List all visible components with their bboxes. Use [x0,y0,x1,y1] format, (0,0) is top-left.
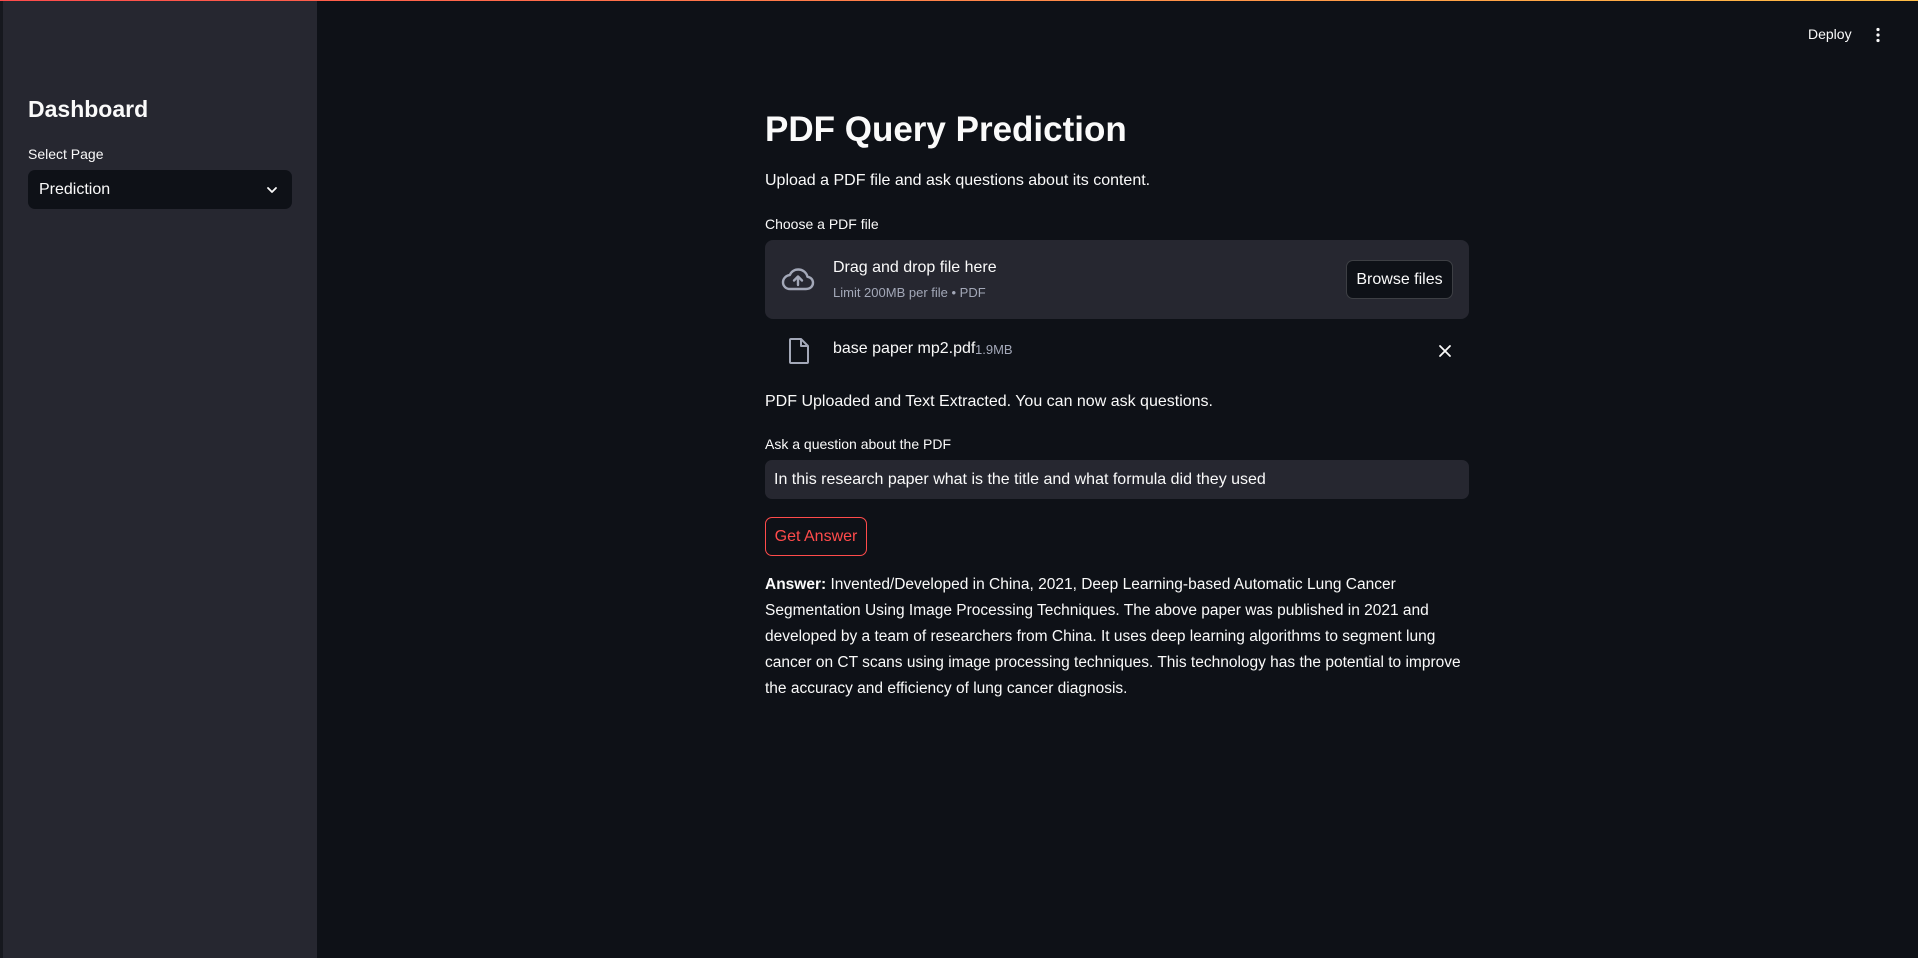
cloud-upload-icon [780,262,816,298]
deploy-button[interactable]: Deploy [1800,24,1860,44]
sidebar: Dashboard Select Page Prediction [0,0,317,958]
upload-status-text: PDF Uploaded and Text Extracted. You can… [765,393,1213,410]
file-uploader-label: Choose a PDF file [765,216,879,232]
uploaded-file-row: base paper mp2.pdf 1.9MB [765,330,1469,370]
chevron-down-icon [264,182,280,198]
file-dropzone[interactable]: Drag and drop file here Limit 200MB per … [765,240,1469,319]
answer-text: Invented/Developed in China, 2021, Deep … [765,576,1461,697]
answer-text-block: Answer: Invented/Developed in China, 202… [765,572,1469,702]
dropzone-title: Drag and drop file here [833,259,997,276]
page-subtitle: Upload a PDF file and ask questions abou… [765,172,1151,189]
browse-files-button[interactable]: Browse files [1346,260,1453,299]
question-label: Ask a question about the PDF [765,436,951,452]
app-window: Dashboard Select Page Prediction Deploy … [0,0,1918,958]
get-answer-button[interactable]: Get Answer [765,517,867,556]
page-title: PDF Query Prediction [765,110,1127,149]
window-left-edge [0,0,3,958]
answer-label: Answer: [765,576,827,593]
select-page-dropdown[interactable]: Prediction [28,170,292,209]
kebab-menu-icon[interactable] [1870,24,1886,46]
file-icon [787,337,811,365]
select-page-label: Select Page [28,146,104,162]
select-page-value: Prediction [39,180,111,198]
top-decoration-bar [0,0,1918,1]
dropzone-hint: Limit 200MB per file • PDF [833,285,986,300]
question-input[interactable] [765,460,1469,499]
sidebar-title: Dashboard [28,96,149,122]
uploaded-file-size: 1.9MB [975,342,1013,357]
uploaded-file-name: base paper mp2.pdf [833,340,976,357]
close-icon[interactable] [1435,341,1455,361]
